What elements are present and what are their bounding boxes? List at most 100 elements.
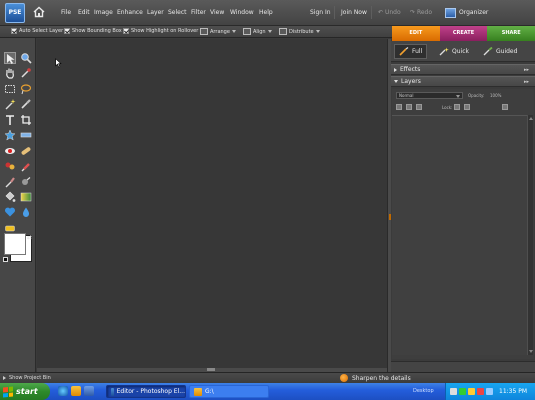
undo-button[interactable]: ↶ Undo — [378, 9, 401, 16]
organizer-button[interactable]: Organizer — [445, 6, 488, 19]
paint-bucket-tool-icon[interactable] — [4, 191, 16, 203]
update-icon[interactable] — [477, 388, 484, 395]
windows-logo-icon — [3, 385, 13, 398]
browser-icon[interactable] — [58, 386, 68, 396]
eyedropper-tool-icon[interactable] — [20, 67, 32, 79]
menu-layer[interactable]: Layer — [147, 9, 164, 16]
auto-select-layer-checkbox[interactable]: Auto Select Layer — [11, 28, 63, 34]
clone-stamp-tool-icon[interactable] — [20, 160, 32, 172]
tab-create[interactable]: CREATE — [439, 26, 488, 41]
smart-brush-tool-icon[interactable] — [4, 160, 16, 172]
show-bounding-box-label: Show Bounding Box — [72, 28, 122, 34]
layers-list[interactable] — [392, 115, 527, 355]
lasso-tool-icon[interactable] — [20, 83, 32, 95]
show-bounding-box-checkbox[interactable]: Show Bounding Box — [64, 28, 122, 34]
tab-full[interactable]: Full — [394, 44, 428, 59]
taskbar-item-editor[interactable]: Editor - Photoshop El... — [106, 385, 186, 398]
gradient-tool-icon[interactable] — [20, 191, 32, 203]
blend-mode-value: Normal — [399, 93, 414, 98]
cookie-cutter-tool-icon[interactable] — [4, 129, 16, 141]
menu-edit[interactable]: Edit — [78, 9, 90, 16]
menu-file[interactable]: File — [61, 9, 71, 16]
selection-brush-tool-icon[interactable] — [20, 98, 32, 110]
redo-icon: ↷ — [410, 9, 416, 16]
undo-icon: ↶ — [378, 9, 384, 16]
join-now-link[interactable]: Join Now — [341, 9, 367, 16]
swap-colors-icon[interactable]: ⇄ — [27, 234, 32, 241]
start-label: start — [16, 387, 38, 396]
project-bin-grip[interactable] — [207, 368, 215, 371]
start-button[interactable]: start — [0, 383, 50, 400]
organizer-label: Organizer — [459, 9, 489, 16]
red-eye-tool-icon[interactable] — [4, 145, 16, 157]
tab-quick[interactable]: Quick — [435, 44, 473, 59]
default-colors-icon[interactable] — [3, 257, 8, 262]
desktop-toolbar-label[interactable]: Desktop — [413, 388, 434, 394]
auto-select-layer-label: Auto Select Layer — [19, 28, 64, 34]
eraser-tool-icon[interactable] — [20, 176, 32, 188]
tab-share[interactable]: SHARE — [487, 26, 535, 41]
show-project-bin-toggle[interactable]: Show Project Bin — [3, 375, 51, 381]
show-highlight-checkbox[interactable]: Show Highlight on Rollover — [123, 28, 198, 34]
move-tool-icon[interactable] — [4, 52, 16, 64]
redo-button[interactable]: ↷ Redo — [410, 9, 432, 16]
foreground-color-swatch[interactable] — [4, 233, 26, 255]
menu-image[interactable]: Image — [94, 9, 113, 16]
arrange-dropdown[interactable]: Arrange — [200, 28, 236, 35]
scroll-up-icon[interactable] — [529, 117, 533, 120]
home-icon[interactable] — [33, 6, 45, 18]
lock-transparent-icon[interactable] — [454, 104, 460, 110]
hand-tool-icon[interactable] — [4, 67, 16, 79]
taskbar-item-folder[interactable]: G:\ — [189, 385, 269, 398]
security-icon[interactable] — [459, 388, 466, 395]
folder-icon[interactable] — [71, 386, 81, 396]
system-clock[interactable]: 11:35 PM — [499, 388, 527, 395]
zoom-tool-icon[interactable] — [20, 52, 32, 64]
menu-filter[interactable]: Filter — [191, 9, 206, 16]
menu-select[interactable]: Select — [168, 9, 187, 16]
brush-tool-icon[interactable] — [4, 176, 16, 188]
tab-full-label: Full — [412, 48, 423, 55]
crop-tool-icon[interactable] — [20, 114, 32, 126]
straighten-tool-icon[interactable] — [20, 129, 32, 141]
tray-app-icon[interactable] — [486, 388, 493, 395]
magic-wand-tool-icon[interactable] — [4, 98, 16, 110]
align-dropdown[interactable]: Align — [243, 28, 272, 35]
tip-link[interactable]: Sharpen the details — [340, 374, 411, 382]
menu-view[interactable]: View — [210, 9, 224, 16]
arrange-icon — [200, 28, 208, 35]
layers-scrollbar[interactable] — [527, 115, 533, 355]
network-icon[interactable] — [450, 388, 457, 395]
opacity-field[interactable]: 100% — [490, 92, 508, 99]
marquee-tool-icon[interactable] — [4, 83, 16, 95]
sign-in-link[interactable]: Sign In — [310, 9, 331, 16]
chevron-down-icon — [267, 30, 272, 33]
menu-window[interactable]: Window — [230, 9, 254, 16]
type-tool-icon[interactable] — [4, 114, 16, 126]
blend-mode-select[interactable]: Normal — [396, 92, 463, 99]
top-separator — [334, 6, 335, 19]
volume-icon[interactable] — [468, 388, 475, 395]
blur-tool-icon[interactable] — [20, 206, 32, 218]
new-layer-icon[interactable] — [396, 104, 402, 110]
adjustment-layer-icon[interactable] — [406, 104, 412, 110]
panel-menu-icon[interactable]: ▸▸ — [524, 67, 529, 73]
link-layers-icon[interactable] — [416, 104, 422, 110]
scroll-down-icon[interactable] — [529, 350, 533, 353]
tab-guided[interactable]: Guided — [479, 44, 521, 59]
menu-help[interactable]: Help — [259, 9, 273, 16]
tab-edit[interactable]: EDIT — [392, 26, 440, 41]
spot-healing-tool-icon[interactable] — [20, 145, 32, 157]
effects-panel-header[interactable]: Effects ▸▸ — [391, 64, 535, 75]
menu-enhance[interactable]: Enhance — [117, 9, 143, 16]
panel-menu-icon[interactable]: ▸▸ — [524, 79, 529, 85]
custom-shape-tool-icon[interactable] — [4, 206, 16, 218]
tab-quick-label: Quick — [452, 48, 469, 55]
distribute-dropdown[interactable]: Distribute — [279, 28, 320, 35]
lock-all-icon[interactable] — [464, 104, 470, 110]
layers-panel-header[interactable]: Layers ▸▸ — [391, 76, 535, 87]
taskbar-item-label: G:\ — [205, 388, 214, 395]
canvas-area[interactable] — [37, 39, 387, 369]
quick-launch-icon[interactable] — [84, 386, 94, 396]
delete-layer-icon[interactable] — [502, 104, 508, 110]
